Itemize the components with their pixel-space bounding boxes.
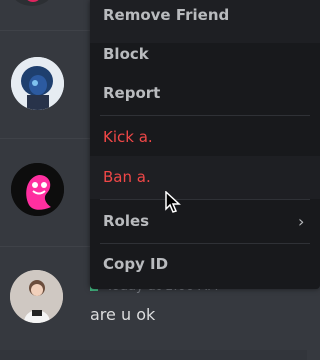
avatar-image (11, 163, 64, 216)
menu-separator (100, 243, 310, 244)
avatar[interactable] (10, 270, 63, 323)
message-divider (0, 350, 307, 360)
menu-item-roles[interactable]: Roles (103, 212, 149, 230)
avatar[interactable] (11, 163, 64, 216)
menu-item-report[interactable]: Report (103, 84, 160, 102)
chevron-right-icon: › (298, 212, 305, 231)
menu-item-copy-id[interactable]: Copy ID (103, 255, 168, 273)
user-context-menu: Remove Friend Block Report Kick a. Ban a… (90, 0, 320, 289)
avatar[interactable] (12, 0, 52, 6)
avatar-image (10, 270, 63, 323)
avatar[interactable] (11, 57, 64, 110)
mouse-cursor-icon (165, 191, 181, 213)
menu-item-block[interactable]: Block (103, 45, 149, 63)
menu-item-ban[interactable]: Ban a. (103, 168, 151, 186)
message-text: are u ok (90, 305, 156, 324)
avatar-image (11, 57, 64, 110)
menu-separator (100, 199, 310, 200)
menu-separator (100, 115, 310, 116)
menu-item-remove-friend[interactable]: Remove Friend (103, 6, 229, 24)
menu-item-kick[interactable]: Kick a. (103, 128, 153, 146)
